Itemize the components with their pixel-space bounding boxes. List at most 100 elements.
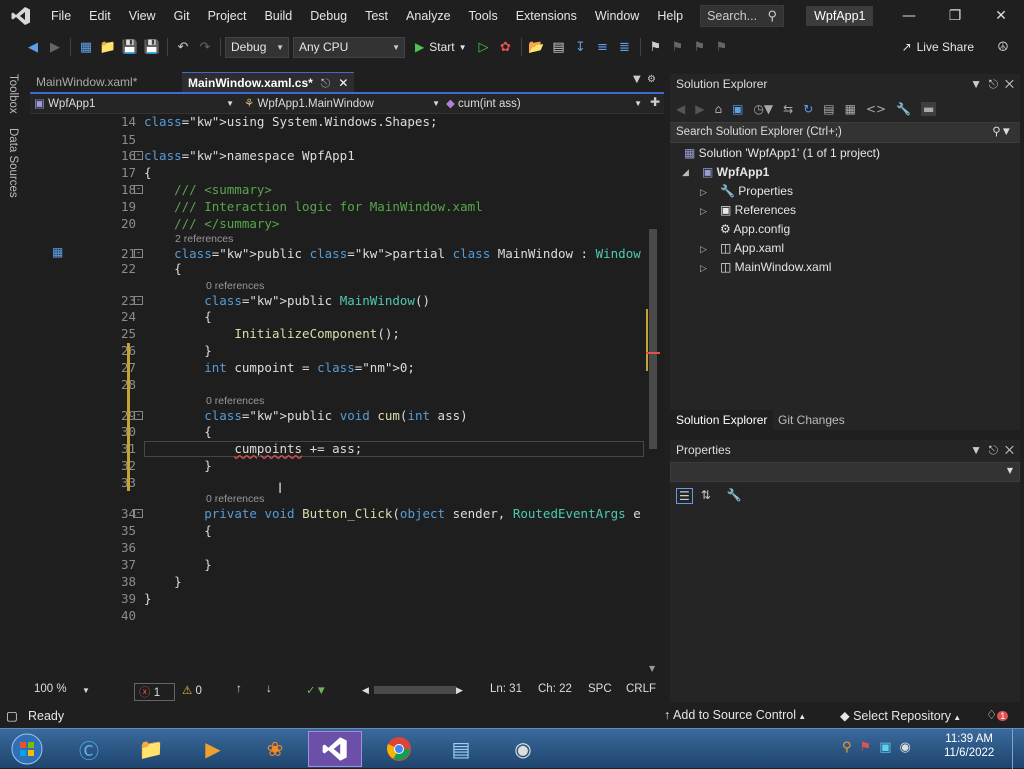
step-icon[interactable]: ↧ <box>570 36 592 58</box>
class-diagram-icon[interactable]: ▦ <box>52 245 63 259</box>
platform-dropdown[interactable]: Any CPU ▼ <box>293 36 405 58</box>
codelens-references[interactable]: 0 references <box>206 280 264 292</box>
start-without-debugging-icon[interactable]: ▷ <box>473 36 495 58</box>
tab-mainwindow-xaml[interactable]: MainWindow.xaml* <box>30 72 180 92</box>
pending-changes-icon[interactable]: ◷▼ <box>753 102 773 116</box>
previous-issue-icon[interactable]: ↑ <box>236 683 242 695</box>
tree-app-xaml[interactable]: ◫ App.xaml <box>720 241 784 255</box>
project-dropdown[interactable]: ▣ WpfApp1 ▼ <box>34 95 234 113</box>
object-selector-dropdown[interactable]: ▼ <box>670 462 1020 482</box>
internet-explorer-icon[interactable]: Ⓒ <box>62 731 116 767</box>
sync-icon[interactable]: ⇆ <box>783 102 793 116</box>
collapse-all-icon[interactable]: ▤ <box>823 102 834 116</box>
bookmark-next-icon[interactable]: ⚑ <box>689 36 711 58</box>
menu-analyze[interactable]: Analyze <box>397 0 459 32</box>
view-code-icon[interactable]: <> <box>866 102 886 116</box>
menu-tools[interactable]: Tools <box>460 0 507 32</box>
minimize-button[interactable]: — <box>886 0 932 32</box>
warning-count-badge[interactable]: ⚠ 0 <box>182 683 202 697</box>
visual-studio-logo-icon[interactable] <box>0 0 42 32</box>
menu-project[interactable]: Project <box>199 0 256 32</box>
code-line[interactable]: { <box>144 309 212 324</box>
scroll-right-icon[interactable]: ▶ <box>456 685 463 696</box>
tray-search-icon[interactable]: ⚲ <box>842 740 852 755</box>
indent-icon[interactable]: ≣ <box>614 36 636 58</box>
codelens-references[interactable]: 2 references <box>175 233 233 245</box>
tree-mainwindow-xaml[interactable]: ◫ MainWindow.xaml <box>720 260 831 274</box>
scroll-left-icon[interactable]: ◀ <box>362 685 369 696</box>
save-icon[interactable]: 💾 <box>119 36 141 58</box>
refresh-icon[interactable]: ↻ <box>803 102 813 116</box>
start-button[interactable]: ▶ Start ▼ <box>415 40 467 54</box>
close-button[interactable]: ✕ <box>978 0 1024 32</box>
scroll-down-icon[interactable]: ▼ <box>649 664 655 673</box>
back-icon[interactable]: ◀ <box>676 102 685 116</box>
menu-test[interactable]: Test <box>356 0 397 32</box>
collapse-icon[interactable]: ▷ <box>700 264 707 274</box>
property-pages-icon[interactable]: 🔧 <box>727 488 742 504</box>
tray-flag-icon[interactable]: ⚑ <box>860 740 872 755</box>
navigate-back-icon[interactable]: ◀ <box>22 36 44 58</box>
collapse-icon[interactable]: ▷ <box>700 207 707 217</box>
code-line[interactable]: { <box>144 424 212 439</box>
class-dropdown[interactable]: ⚘ WpfApp1.MainWindow ▼ <box>244 95 440 113</box>
error-count-badge[interactable]: ⓧ 1 <box>134 683 176 701</box>
menu-git[interactable]: Git <box>165 0 199 32</box>
code-line[interactable]: { <box>144 261 182 276</box>
chevron-down-icon[interactable]: ▼ <box>82 686 90 695</box>
save-all-icon[interactable]: 💾 <box>141 36 163 58</box>
tree-project[interactable]: ▣ WpfApp1 <box>702 165 769 179</box>
tab-solution-explorer[interactable]: Solution Explorer <box>670 410 774 430</box>
tray-volume-icon[interactable]: ◉ <box>899 740 910 755</box>
panel-controls-icon[interactable]: ▼ ⎋ ✕ <box>970 440 1014 460</box>
panel-controls-icon[interactable]: ▼ ⎋ ✕ <box>970 74 1014 94</box>
code-line[interactable]: private void Button_Click(object sender,… <box>144 506 641 521</box>
next-issue-icon[interactable]: ↓ <box>266 683 272 695</box>
alphabetical-icon[interactable]: ⇅ <box>701 488 711 504</box>
media-player-icon[interactable]: ▶ <box>186 731 240 767</box>
bookmark-prev-icon[interactable]: ⚑ <box>667 36 689 58</box>
code-line[interactable]: } <box>144 591 152 606</box>
collapse-icon[interactable]: ▷ <box>700 188 707 198</box>
tab-git-changes[interactable]: Git Changes <box>772 410 851 430</box>
layout-icon[interactable]: ▤ <box>548 36 570 58</box>
forward-icon[interactable]: ▶ <box>695 102 704 116</box>
tab-mainwindow-xaml-cs[interactable]: MainWindow.xaml.cs* ⎋ ✕ <box>182 72 354 92</box>
preview-icon[interactable]: ▬ <box>921 102 937 116</box>
code-line[interactable]: class="kw">public void cum(int ass) <box>144 408 467 423</box>
admin-icon[interactable]: ☮ <box>992 36 1014 58</box>
menu-file[interactable]: File <box>42 0 80 32</box>
code-line[interactable]: class="kw">public MainWindow() <box>144 293 430 308</box>
redo-icon[interactable]: ↷ <box>194 36 216 58</box>
cleanup-icon[interactable]: ✓▼ <box>306 683 327 697</box>
code-line[interactable]: /// Interaction logic for MainWindow.xam… <box>144 199 483 214</box>
show-desktop-button[interactable] <box>1012 729 1024 769</box>
photo-viewer-icon[interactable]: ▤ <box>434 731 488 767</box>
code-line[interactable]: { <box>144 523 212 538</box>
code-line[interactable]: cumpoints += ass; <box>144 441 362 456</box>
horizontal-scrollbar[interactable] <box>374 686 456 694</box>
restore-button[interactable]: ❐ <box>932 0 978 32</box>
code-line[interactable]: { <box>144 165 152 180</box>
menu-view[interactable]: View <box>120 0 165 32</box>
configuration-dropdown[interactable]: Debug ▼ <box>225 36 289 58</box>
new-project-icon[interactable]: ▦ <box>75 36 97 58</box>
chrome-icon[interactable] <box>372 731 426 767</box>
menu-build[interactable]: Build <box>255 0 301 32</box>
switch-views-icon[interactable]: ▣ <box>732 102 743 116</box>
menu-help[interactable]: Help <box>648 0 692 32</box>
bookmark-clear-icon[interactable]: ⚑ <box>711 36 733 58</box>
paint-app-icon[interactable]: ❀ <box>248 731 302 767</box>
tree-references[interactable]: ▣ References <box>720 203 796 217</box>
open-file-icon[interactable]: 📁 <box>97 36 119 58</box>
navigate-forward-icon[interactable]: ▶ <box>44 36 66 58</box>
code-line[interactable]: } <box>144 574 182 589</box>
code-line[interactable]: } <box>144 343 212 358</box>
undo-icon[interactable]: ↶ <box>172 36 194 58</box>
start-orb-icon[interactable] <box>0 731 54 767</box>
select-repository-button[interactable]: ◆ Select Repository ▲ <box>840 708 961 723</box>
tray-display-icon[interactable]: ▣ <box>879 740 891 755</box>
menu-edit[interactable]: Edit <box>80 0 120 32</box>
code-line[interactable]: /// <summary> <box>144 182 272 197</box>
format-icon[interactable]: ≡ <box>592 36 614 58</box>
